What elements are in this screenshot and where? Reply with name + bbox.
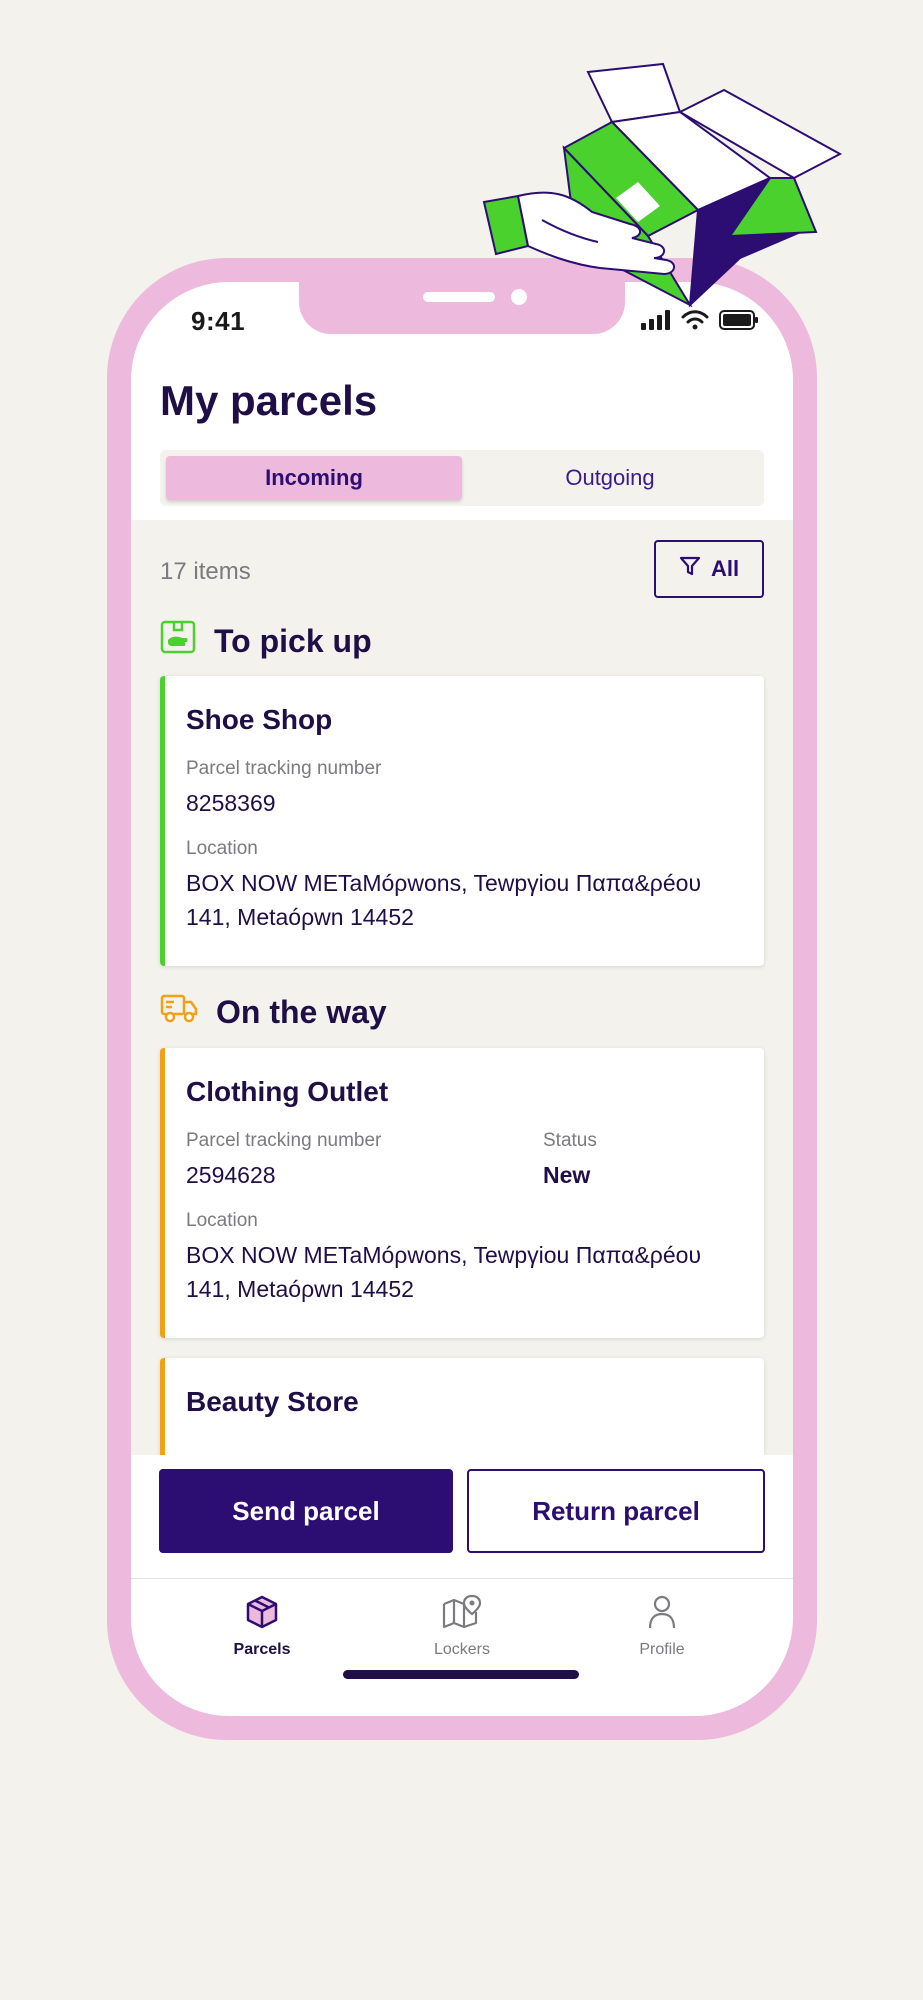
location-value: BOX NOW METaMóρwons, Tewpγiou Παπα&ρéου … <box>186 870 702 930</box>
send-parcel-button[interactable]: Send parcel <box>159 1469 453 1553</box>
pickup-box-icon <box>160 620 196 662</box>
tab-lockers[interactable]: Lockers <box>402 1594 522 1670</box>
parcel-box-icon <box>244 1594 280 1635</box>
status-icons <box>641 310 759 335</box>
location-label: Location <box>186 838 258 859</box>
tab-label: Profile <box>639 1641 685 1658</box>
person-icon <box>644 1594 680 1635</box>
tracking-number: 2594628 <box>186 1162 276 1188</box>
signal-icon <box>641 310 671 335</box>
battery-icon <box>719 310 759 335</box>
tab-outgoing[interactable]: Outgoing <box>462 456 758 500</box>
parcel-sender: Beauty Store <box>186 1386 359 1417</box>
tab-profile[interactable]: Profile <box>602 1594 722 1670</box>
tab-parcels[interactable]: Parcels <box>202 1594 322 1670</box>
parcel-card[interactable]: Shoe Shop Parcel tracking number 8258369… <box>160 676 764 966</box>
tab-incoming[interactable]: Incoming <box>166 456 462 500</box>
filter-icon <box>679 555 701 583</box>
tab-label: Lockers <box>433 1641 491 1658</box>
map-pin-icon <box>442 1594 482 1635</box>
location-field: Location BOX NOW METaMóρwons, Tewpγiou Π… <box>186 1210 744 1306</box>
location-value: BOX NOW METaMóρwons, Tewpγiou Παπα&ρéου … <box>186 1242 702 1302</box>
filter-button[interactable]: All <box>654 540 764 598</box>
status-label: Status <box>543 1130 597 1151</box>
tracking-label: Parcel tracking number <box>186 1130 382 1151</box>
tracking-field: Parcel tracking number 2594628 <box>186 1130 543 1192</box>
return-parcel-button[interactable]: Return parcel <box>467 1469 765 1553</box>
tracking-number: 8258369 <box>186 790 276 816</box>
parcel-card[interactable]: Beauty Store <box>160 1358 764 1455</box>
home-indicator[interactable] <box>343 1670 579 1679</box>
section-title-to-pick-up: To pick up <box>160 620 372 662</box>
tracking-field: Parcel tracking number 8258369 <box>186 758 744 820</box>
location-field: Location BOX NOW METaMóρwons, Tewpγiou Π… <box>186 838 744 934</box>
phone-frame: 9:41 My parcels Incoming Outgoing 17 ite… <box>107 258 817 1740</box>
parcel-sender: Shoe Shop <box>186 704 333 735</box>
status-value: New <box>543 1162 591 1188</box>
parcel-direction-tabs: Incoming Outgoing <box>160 450 764 506</box>
parcel-hand-illustration <box>480 60 850 310</box>
wifi-icon <box>681 310 709 335</box>
status-field: Status New <box>543 1130 597 1192</box>
section-label: To pick up <box>214 622 372 659</box>
page-title: My parcels <box>160 377 378 424</box>
delivery-truck-icon <box>160 992 198 1032</box>
parcel-card[interactable]: Clothing Outlet Parcel tracking number 2… <box>160 1048 764 1338</box>
card-field-row: Parcel tracking number 2594628 Status Ne… <box>186 1130 744 1210</box>
status-time: 9:41 <box>191 306 246 336</box>
tab-label: Parcels <box>233 1641 291 1658</box>
items-count: 17 items <box>160 558 251 585</box>
phone-screen: 9:41 My parcels Incoming Outgoing 17 ite… <box>131 282 793 1716</box>
section-label: On the way <box>216 993 387 1030</box>
parcel-sender: Clothing Outlet <box>186 1076 389 1107</box>
location-label: Location <box>186 1210 258 1231</box>
section-title-on-the-way: On the way <box>160 992 387 1032</box>
bottom-tab-bar: Parcels Lockers Profile <box>131 1580 793 1670</box>
tracking-label: Parcel tracking number <box>186 758 382 779</box>
parcel-actions: Send parcel Return parcel <box>131 1455 793 1579</box>
filter-label: All <box>710 556 740 581</box>
parcel-list[interactable]: 17 items All To pick up Shoe Shop Parcel… <box>131 520 793 1455</box>
